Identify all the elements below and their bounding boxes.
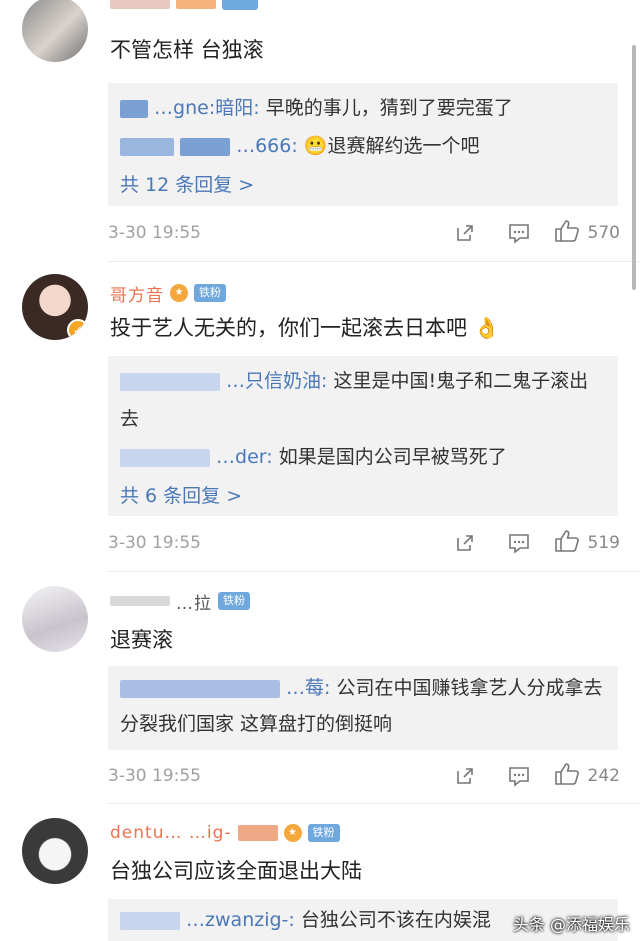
user-name[interactable]: …拉 <box>176 589 212 614</box>
timestamp: 3-30 19:55 <box>108 223 201 243</box>
divider <box>108 261 640 262</box>
reply-box[interactable]: …gne:暗阳: 早晚的事儿，猜到了要完蛋了 …666: 😬退赛解约选一个吧 共… <box>108 83 618 206</box>
reply-user[interactable]: …莓: <box>286 677 330 699</box>
user-name-row: 哥方音 ★ 铁粉 <box>110 281 226 306</box>
avatar[interactable] <box>22 0 88 62</box>
divider <box>108 571 640 572</box>
blurred-user <box>120 137 174 156</box>
comment-text: 不管怎样 台独滚 <box>110 38 264 62</box>
like-button[interactable]: 570 <box>554 219 620 247</box>
comment-footer: 3-30 19:55 570 <box>108 218 620 248</box>
more-replies-link[interactable]: 共 12 条回复 > <box>120 165 606 205</box>
reply-user[interactable]: …gne:暗阳: <box>154 97 260 119</box>
reply-text: 早晚的事儿，猜到了要完蛋了 <box>265 97 513 119</box>
fan-badge: 铁粉 <box>194 284 226 302</box>
fan-badge: 铁粉 <box>307 824 340 842</box>
blurred-name <box>237 825 278 841</box>
like-button[interactable]: 242 <box>554 762 620 790</box>
fan-badge: 铁粉 <box>218 592 250 610</box>
comment-icon[interactable] <box>492 532 546 554</box>
reply-user[interactable]: …der: <box>216 446 273 468</box>
reply-item[interactable]: …只信奶油: 这里是中国!鬼子和二鬼子滚出去 <box>120 362 606 438</box>
like-count: 242 <box>587 766 620 786</box>
avatar[interactable] <box>22 586 88 652</box>
blurred-user <box>120 911 180 930</box>
like-count: 570 <box>587 223 620 243</box>
avatar[interactable] <box>22 818 88 884</box>
user-name-row <box>110 0 258 12</box>
scrollbar[interactable] <box>632 45 636 290</box>
reply-user[interactable]: …zwanzig-: <box>186 909 295 931</box>
reply-user[interactable]: …666: <box>236 135 298 157</box>
comment-text: 投于艺人无关的，你们一起滚去日本吧 👌 <box>110 316 500 340</box>
reply-item[interactable]: …666: 😬退赛解约选一个吧 <box>120 127 606 165</box>
comment-text: 台独公司应该全面退出大陆 <box>110 859 362 883</box>
user-name-row: …拉 铁粉 <box>110 589 250 614</box>
comment-text: 退赛滚 <box>110 628 173 652</box>
more-replies-link[interactable]: 共 6 条回复 > <box>120 476 606 516</box>
comment-footer: 3-30 19:55 242 <box>108 761 620 791</box>
blurred-user <box>120 99 148 118</box>
reply-item[interactable]: …莓: 公司在中国赚钱拿艺人分成拿去分裂我们国家 这算盘打的倒挺响 <box>120 670 606 742</box>
reply-text: 台独公司不该在内娱混 <box>300 909 491 931</box>
share-icon[interactable] <box>438 765 492 787</box>
user-name[interactable]: dentu… …ig- <box>110 823 232 843</box>
blurred-user <box>120 372 220 391</box>
verified-badge-icon: ✓ <box>67 319 88 340</box>
reply-text: 😬退赛解约选一个吧 <box>303 135 480 157</box>
user-name[interactable]: 哥方音 <box>110 281 164 306</box>
reply-item[interactable]: …der: 如果是国内公司早被骂死了 <box>120 438 606 476</box>
like-button[interactable]: 519 <box>554 529 620 557</box>
blurred-name <box>176 0 216 9</box>
avatar[interactable]: ✓ <box>22 274 88 340</box>
timestamp: 3-30 19:55 <box>108 766 201 786</box>
blurred-name <box>110 596 170 606</box>
fan-medal-icon: ★ <box>170 284 188 302</box>
fan-medal-icon: ★ <box>283 824 302 842</box>
like-icon <box>554 219 580 247</box>
blurred-user <box>180 137 231 156</box>
blurred-user <box>120 679 280 698</box>
user-name-row: dentu… …ig- ★ 铁粉 <box>110 822 340 844</box>
comment-footer: 3-30 19:55 519 <box>108 528 620 558</box>
like-count: 519 <box>587 533 620 553</box>
watermark: 头条 @添福娱乐 <box>512 915 630 934</box>
timestamp: 3-30 19:55 <box>108 533 201 553</box>
reply-user[interactable]: …只信奶油: <box>226 370 327 392</box>
blurred-user <box>120 448 210 467</box>
comment-icon[interactable] <box>492 765 546 787</box>
reply-box[interactable]: …只信奶油: 这里是中国!鬼子和二鬼子滚出去 …der: 如果是国内公司早被骂死… <box>108 356 618 516</box>
divider <box>108 803 640 804</box>
comment-icon[interactable] <box>492 222 546 244</box>
like-icon <box>554 529 580 557</box>
share-icon[interactable] <box>438 532 492 554</box>
fan-badge <box>222 0 258 10</box>
blurred-name <box>110 0 170 9</box>
share-icon[interactable] <box>438 222 492 244</box>
reply-item[interactable]: …gne:暗阳: 早晚的事儿，猜到了要完蛋了 <box>120 89 606 127</box>
reply-text: 如果是国内公司早被骂死了 <box>278 446 507 468</box>
like-icon <box>554 762 580 790</box>
reply-box[interactable]: …莓: 公司在中国赚钱拿艺人分成拿去分裂我们国家 这算盘打的倒挺响 <box>108 666 618 750</box>
